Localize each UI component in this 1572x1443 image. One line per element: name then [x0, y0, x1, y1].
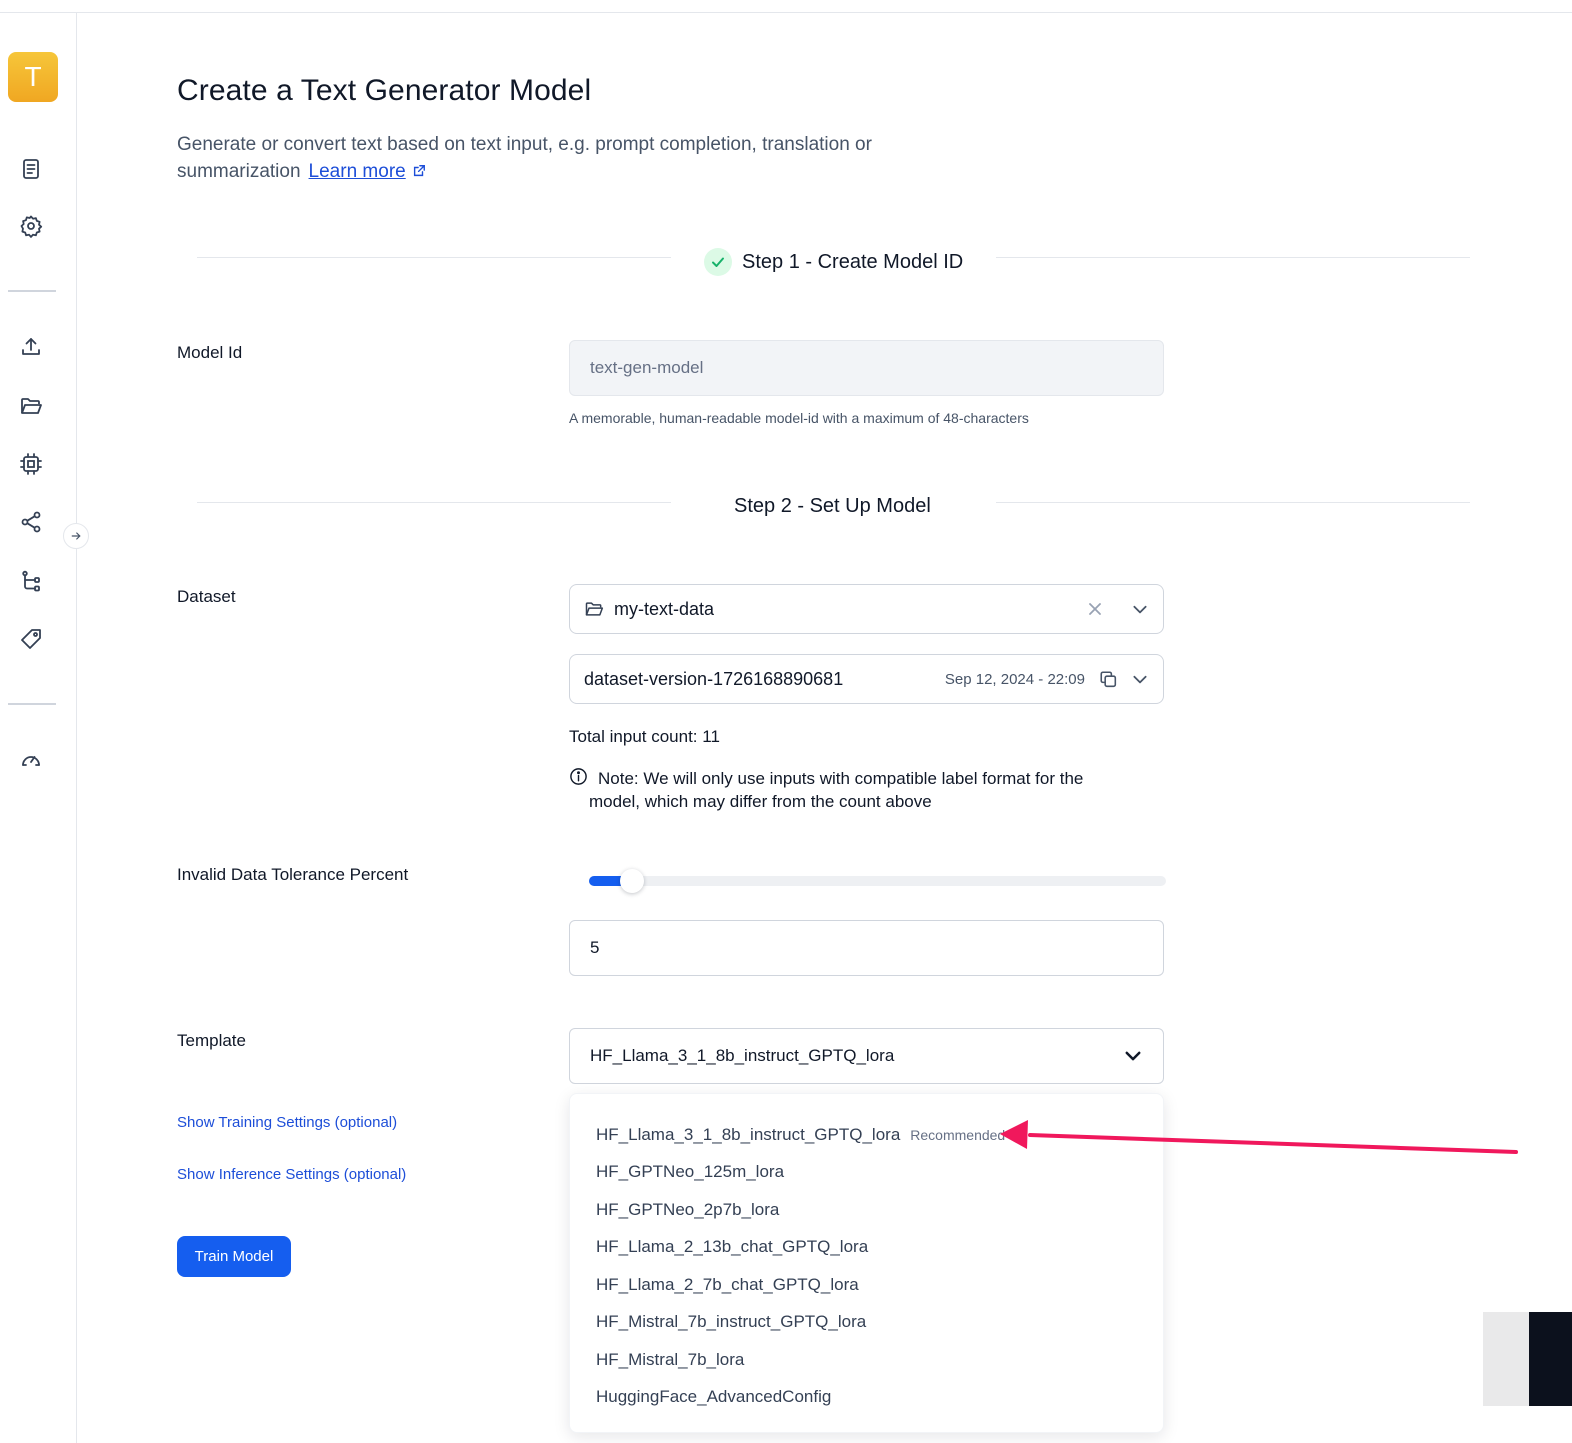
app-avatar[interactable]: T — [8, 52, 58, 102]
page-subtitle: Generate or convert text based on text i… — [177, 131, 937, 185]
chevron-down-icon[interactable] — [1131, 600, 1149, 618]
template-option[interactable]: HF_GPTNeo_125m_lora — [570, 1154, 1163, 1192]
workflow-icon[interactable] — [16, 566, 46, 596]
arrow-right-icon — [71, 532, 81, 540]
model-id-label: Model Id — [177, 343, 243, 362]
option-label: HF_GPTNeo_2p7b_lora — [596, 1199, 780, 1219]
model-id-input[interactable]: text-gen-model — [569, 340, 1164, 396]
learn-more-link[interactable]: Learn more — [309, 161, 426, 182]
step2-divider-left — [197, 502, 671, 503]
template-value: HF_Llama_3_1_8b_instruct_GPTQ_lora — [590, 1046, 895, 1065]
show-training-settings-link[interactable]: Show Training Settings (optional) — [177, 1114, 397, 1131]
folder-open-icon — [585, 602, 604, 616]
info-icon — [570, 768, 587, 785]
option-label: HF_Mistral_7b_instruct_GPTQ_lora — [596, 1312, 867, 1332]
option-label: HF_GPTNeo_125m_lora — [596, 1162, 785, 1182]
option-label: HF_Mistral_7b_lora — [596, 1349, 745, 1369]
dataset-version-select[interactable]: dataset-version-1726168890681 Sep 12, 20… — [569, 654, 1164, 704]
option-label: HuggingFace_AdvancedConfig — [596, 1387, 832, 1407]
step1-title: Step 1 - Create Model ID — [742, 250, 964, 273]
dataset-select[interactable]: my-text-data — [569, 584, 1164, 634]
sidebar: T — [0, 13, 77, 1443]
dataset-version-value: dataset-version-1726168890681 — [584, 668, 844, 689]
tag-icon[interactable] — [16, 624, 46, 654]
sidebar-divider — [8, 703, 56, 705]
corner-block-dark — [1529, 1312, 1572, 1406]
template-option[interactable]: HF_Mistral_7b_instruct_GPTQ_lora — [570, 1304, 1163, 1342]
step2-title: Step 2 - Set Up Model — [734, 495, 931, 517]
dataset-value: my-text-data — [614, 598, 715, 619]
total-input-count: Total input count: 11 — [569, 727, 720, 746]
show-inference-settings-link[interactable]: Show Inference Settings (optional) — [177, 1166, 406, 1183]
template-option[interactable]: HF_Llama_3_1_8b_instruct_GPTQ_lora Recom… — [570, 1116, 1163, 1154]
template-option[interactable]: HF_Llama_2_13b_chat_GPTQ_lora — [570, 1229, 1163, 1267]
note: Note: We will only use inputs with compa… — [569, 767, 1139, 813]
step2-heading: Step 2 - Set Up Model — [734, 495, 931, 518]
step1-heading: Step 1 - Create Model ID — [704, 248, 963, 276]
template-option[interactable]: HuggingFace_AdvancedConfig — [570, 1379, 1163, 1417]
template-select[interactable]: HF_Llama_3_1_8b_instruct_GPTQ_lora — [569, 1028, 1164, 1084]
train-model-button[interactable]: Train Model — [177, 1236, 291, 1277]
template-option[interactable]: HF_GPTNeo_2p7b_lora — [570, 1191, 1163, 1229]
template-option[interactable]: HF_Mistral_7b_lora — [570, 1341, 1163, 1379]
document-icon[interactable] — [16, 154, 46, 184]
step1-divider-right — [996, 257, 1470, 258]
top-border — [0, 12, 1572, 13]
step1-divider-left — [197, 257, 671, 258]
tolerance-label: Invalid Data Tolerance Percent — [177, 865, 409, 884]
note-text: Note: We will only use inputs with compa… — [589, 769, 1084, 811]
model-id-help: A memorable, human-readable model-id wit… — [569, 410, 1029, 426]
chevron-down-icon[interactable] — [1131, 670, 1149, 688]
chip-icon[interactable] — [16, 449, 46, 479]
dataset-version-date: Sep 12, 2024 - 22:09 — [944, 670, 1085, 688]
corner-block-light — [1483, 1312, 1529, 1406]
upload-icon[interactable] — [16, 332, 46, 362]
folder-open-icon[interactable] — [16, 391, 46, 421]
page-title: Create a Text Generator Model — [177, 74, 592, 107]
tolerance-value: 5 — [590, 938, 600, 957]
clear-icon[interactable] — [1087, 601, 1103, 617]
template-option[interactable]: HF_Llama_2_7b_chat_GPTQ_lora — [570, 1266, 1163, 1304]
subtitle-text: Generate or convert text based on text i… — [177, 134, 872, 182]
model-id-value: text-gen-model — [590, 358, 704, 377]
sidebar-expand-button[interactable] — [63, 523, 89, 549]
share-icon[interactable] — [16, 507, 46, 537]
copy-icon[interactable] — [1099, 670, 1117, 688]
recommended-badge: Recommended — [910, 1126, 1006, 1143]
external-link-icon — [413, 165, 425, 177]
slider-thumb[interactable] — [620, 869, 645, 893]
sidebar-divider — [8, 290, 56, 292]
template-label: Template — [177, 1031, 246, 1050]
tolerance-input[interactable]: 5 — [569, 920, 1164, 976]
option-label: HF_Llama_2_13b_chat_GPTQ_lora — [596, 1237, 869, 1257]
check-icon — [704, 248, 732, 276]
gauge-icon[interactable] — [16, 744, 46, 774]
gear-icon[interactable] — [16, 211, 46, 241]
step2-divider-right — [996, 502, 1470, 503]
tolerance-slider[interactable] — [589, 869, 1166, 893]
template-dropdown: HF_Llama_3_1_8b_instruct_GPTQ_lora Recom… — [569, 1093, 1164, 1433]
chevron-down-icon[interactable] — [1123, 1046, 1143, 1066]
option-label: HF_Llama_3_1_8b_instruct_GPTQ_lora — [596, 1124, 901, 1144]
option-label: HF_Llama_2_7b_chat_GPTQ_lora — [596, 1274, 859, 1294]
learn-more-label: Learn more — [308, 161, 406, 182]
dataset-label: Dataset — [177, 587, 236, 606]
